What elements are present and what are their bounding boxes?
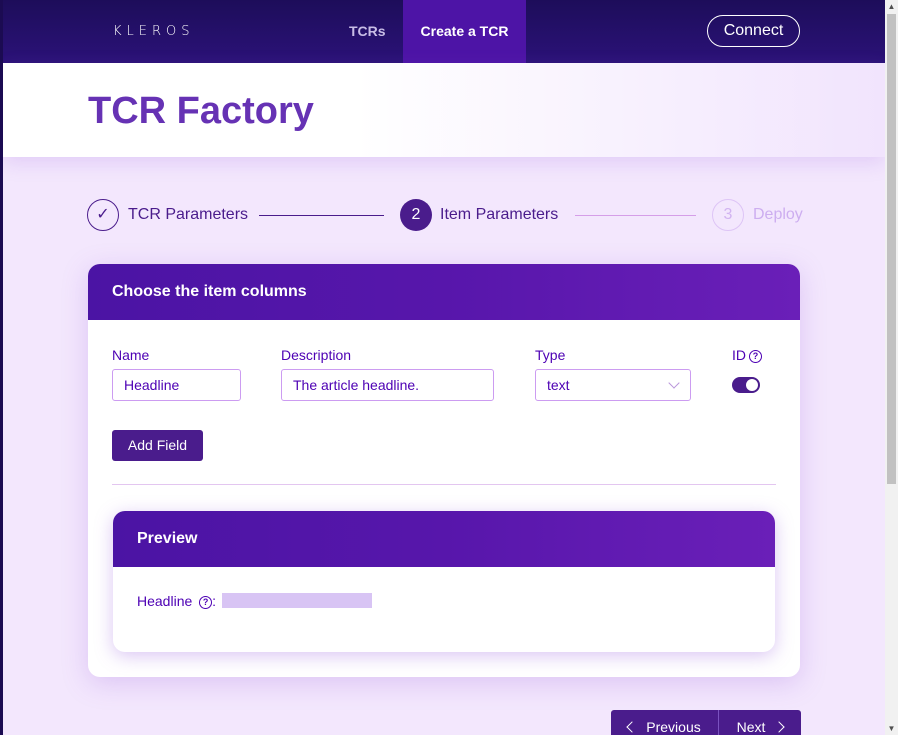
previous-button[interactable]: Previous	[611, 710, 718, 735]
page-viewport: KLEROS TCRs Create a TCR Connect TCR Fac…	[3, 0, 885, 735]
nav-link-create-tcr[interactable]: Create a TCR	[403, 0, 526, 63]
chevron-down-icon	[668, 377, 680, 389]
step-2-indicator: 2	[400, 199, 432, 231]
scrollbar-thumb[interactable]	[887, 14, 896, 484]
step-navigation: Previous Next	[611, 710, 801, 735]
toggle-knob	[746, 379, 758, 391]
previous-label: Previous	[646, 719, 701, 735]
step-connector-1	[259, 215, 384, 216]
chevron-right-icon	[773, 721, 786, 733]
preview-field-label: Headline	[137, 593, 193, 609]
scroll-up-arrow-icon[interactable]: ▲	[885, 0, 898, 13]
field-name-input[interactable]: Headline	[112, 369, 241, 401]
connect-button[interactable]: Connect	[707, 15, 800, 47]
add-field-button[interactable]: Add Field	[112, 430, 203, 461]
step-1-check-icon[interactable]: ✓	[87, 199, 119, 231]
step-1-label[interactable]: TCR Parameters	[128, 206, 248, 224]
step-connector-2	[575, 215, 696, 216]
description-column-label: Description	[281, 347, 352, 363]
nav-link-tcrs[interactable]: TCRs	[329, 0, 406, 63]
preview-title: Preview	[113, 511, 775, 567]
step-3-indicator: 3	[712, 199, 744, 231]
id-label-text: ID	[732, 347, 746, 363]
step-3-label: Deploy	[753, 206, 803, 223]
name-column-label: Name	[112, 347, 150, 363]
next-label: Next	[736, 719, 766, 735]
scroll-down-arrow-icon[interactable]: ▼	[885, 722, 898, 735]
field-description-input[interactable]: The article headline.	[281, 369, 494, 401]
question-circle-icon[interactable]: ?	[749, 350, 762, 363]
next-button[interactable]: Next	[719, 710, 801, 735]
section-divider	[112, 484, 776, 485]
field-type-value: text	[547, 377, 570, 393]
card-title: Choose the item columns	[88, 264, 800, 320]
item-columns-card: Choose the item columns Name Description…	[88, 264, 800, 677]
field-type-select[interactable]: text	[535, 369, 691, 401]
vertical-scrollbar[interactable]: ▲ ▼	[885, 0, 898, 735]
step-2-label: Item Parameters	[440, 206, 559, 223]
id-toggle-switch[interactable]	[732, 377, 760, 393]
preview-value-placeholder	[221, 593, 372, 608]
top-navbar: KLEROS TCRs Create a TCR Connect	[3, 0, 885, 63]
chevron-left-icon	[626, 721, 638, 733]
id-column-label: ID?	[732, 347, 762, 363]
preview-field-row: Headline ?:	[137, 593, 372, 609]
page-title: TCR Factory	[88, 90, 314, 132]
preview-field-separator: :	[212, 593, 217, 609]
preview-card: Preview Headline ?:	[113, 511, 775, 652]
question-circle-icon[interactable]: ?	[199, 596, 213, 609]
type-column-label: Type	[535, 347, 566, 363]
kleros-logo[interactable]: KLEROS	[113, 24, 195, 39]
page-header: TCR Factory	[3, 63, 885, 157]
